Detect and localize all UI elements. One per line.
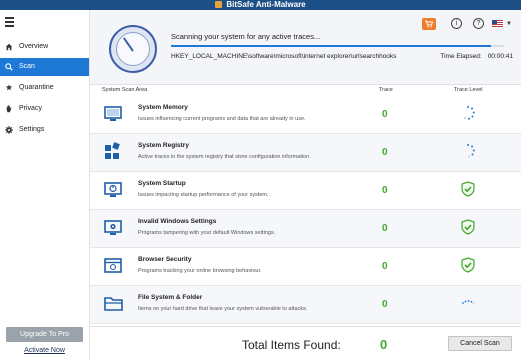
hamburger-menu-icon[interactable] bbox=[5, 17, 14, 29]
gear-icon bbox=[5, 126, 13, 134]
total-items-value: 0 bbox=[380, 337, 388, 352]
windows-settings-icon bbox=[104, 220, 122, 235]
registry-icon bbox=[105, 142, 120, 159]
activate-now-link[interactable]: Activate Now bbox=[0, 347, 89, 354]
shield-check-icon bbox=[461, 257, 475, 273]
spinner-icon bbox=[462, 300, 475, 305]
row-description: Programs tracking your online browsing b… bbox=[138, 268, 262, 274]
row-title: System Memory bbox=[138, 104, 188, 111]
row-trace-count: 0 bbox=[382, 109, 388, 120]
upgrade-to-pro-button[interactable]: Upgrade To Pro bbox=[6, 327, 83, 342]
row-trace-count: 0 bbox=[382, 147, 388, 158]
table-row: Browser Security Programs tracking your … bbox=[90, 248, 521, 286]
window-title: BitSafe Anti-Malware bbox=[0, 0, 521, 9]
row-title: System Startup bbox=[138, 180, 186, 187]
scan-status-text: Scanning your system for any active trac… bbox=[171, 32, 321, 41]
row-title: Invalid Windows Settings bbox=[138, 218, 217, 225]
cancel-scan-button[interactable]: Cancel Scan bbox=[448, 336, 512, 351]
row-description: Active traces in the system registry tha… bbox=[138, 154, 311, 160]
app-logo-icon bbox=[215, 1, 223, 8]
help-icon[interactable]: ? bbox=[473, 18, 484, 29]
startup-icon bbox=[104, 182, 122, 197]
sidebar-item-overview[interactable]: Overview bbox=[0, 38, 89, 56]
sidebar-item-settings[interactable]: Settings bbox=[0, 121, 89, 139]
row-title: File System & Folder bbox=[138, 294, 203, 301]
table-row: System Startup Issues impacting startup … bbox=[90, 172, 521, 210]
spinner-icon bbox=[467, 144, 475, 158]
row-description: Issues influencing current programs and … bbox=[138, 116, 306, 122]
column-trace-level: Trace Level bbox=[454, 87, 483, 93]
time-elapsed-value: 00:00:41 bbox=[487, 53, 513, 60]
scan-dial-icon bbox=[109, 25, 157, 73]
sidebar-item-quarantine[interactable]: Quarantine bbox=[0, 79, 89, 97]
scan-progress-fill bbox=[171, 45, 491, 47]
magnifier-icon bbox=[5, 63, 13, 71]
spinner-icon bbox=[464, 106, 475, 120]
row-title: Browser Security bbox=[138, 256, 192, 263]
scan-table-header: System Scan Area Trace Trace Level bbox=[90, 86, 521, 96]
table-row: System Memory Issues influencing current… bbox=[90, 96, 521, 134]
home-icon bbox=[5, 43, 13, 51]
cart-icon[interactable] bbox=[422, 18, 436, 30]
row-description: Issues impacting startup performance of … bbox=[138, 192, 269, 198]
shield-check-icon bbox=[461, 219, 475, 235]
table-row: Invalid Windows Settings Programs tamper… bbox=[90, 210, 521, 248]
column-trace: Trace bbox=[379, 87, 393, 93]
row-trace-count: 0 bbox=[382, 223, 388, 234]
row-description: Items on your hard drive that leave your… bbox=[138, 306, 308, 312]
hand-icon bbox=[6, 105, 12, 113]
monitor-icon bbox=[104, 106, 122, 121]
browser-icon bbox=[104, 258, 122, 273]
info-icon[interactable]: i bbox=[451, 18, 462, 29]
current-scan-path: HKEY_LOCAL_MACHINE\software\microsoft\in… bbox=[171, 53, 397, 60]
row-title: System Registry bbox=[138, 142, 189, 149]
scan-header: Scanning your system for any active trac… bbox=[90, 10, 521, 85]
scan-footer: Total Items Found: 0 Cancel Scan bbox=[90, 326, 521, 360]
sidebar: Overview Scan Quarantine Privacy Setting… bbox=[0, 10, 90, 360]
chevron-down-icon[interactable]: ▼ bbox=[506, 21, 512, 27]
row-trace-count: 0 bbox=[382, 261, 388, 272]
title-bar: BitSafe Anti-Malware bbox=[0, 0, 521, 10]
scan-progress-bar bbox=[171, 45, 504, 47]
folder-icon bbox=[104, 297, 123, 311]
sidebar-item-privacy[interactable]: Privacy bbox=[0, 100, 89, 118]
time-elapsed: Time Elapsed: 00:00:41 bbox=[440, 53, 513, 60]
table-row: System Registry Active traces in the sys… bbox=[90, 134, 521, 172]
us-flag-icon[interactable] bbox=[492, 20, 503, 27]
shield-check-icon bbox=[461, 181, 475, 197]
row-trace-count: 0 bbox=[382, 185, 388, 196]
row-description: Programs tampering with your default Win… bbox=[138, 230, 276, 236]
quarantine-icon bbox=[5, 84, 13, 91]
total-items-label: Total Items Found: bbox=[242, 338, 341, 352]
sidebar-item-scan[interactable]: Scan bbox=[0, 58, 89, 76]
column-scan-area: System Scan Area bbox=[102, 87, 148, 93]
row-trace-count: 0 bbox=[382, 299, 388, 310]
table-row: File System & Folder Items on your hard … bbox=[90, 286, 521, 324]
